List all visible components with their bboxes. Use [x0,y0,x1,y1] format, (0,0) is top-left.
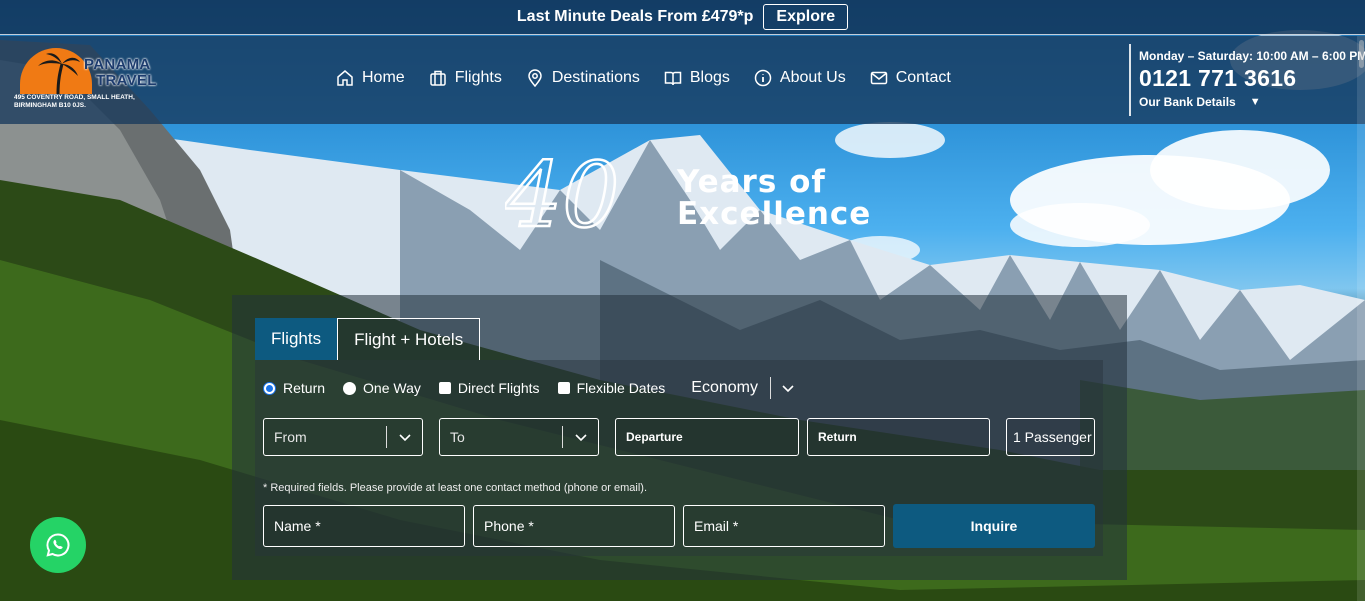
email-input[interactable]: Email * [683,505,885,547]
site-header: PANAMA TRAVEL 495 COVENTRY ROAD, SMALL H… [0,36,1365,124]
phone-placeholder: Phone * [484,518,534,534]
info-icon [754,69,772,87]
scrollbar-thumb[interactable] [1359,40,1364,68]
nav-contact[interactable]: Contact [870,69,951,87]
envelope-icon [870,71,887,85]
whatsapp-icon [46,533,70,557]
nav-home[interactable]: Home [336,69,405,87]
from-select[interactable]: From [263,418,423,456]
palm-tree-icon [38,53,80,94]
book-icon [664,71,682,86]
nav-about-us[interactable]: About Us [754,69,846,87]
nav-label: Blogs [689,69,730,86]
search-tabs: Flights Flight + Hotels [255,318,481,360]
to-placeholder: To [450,429,465,445]
address-line2: BIRMINGHAM B10 0JS. [14,102,86,109]
phone-number[interactable]: 0121 771 3616 [1139,65,1365,92]
passengers-select[interactable]: 1 Passenger [1006,418,1095,456]
address-line1: 495 COVENTRY ROAD, SMALL HEATH, [14,94,135,101]
opening-hours: Monday – Saturday: 10:00 AM – 6:00 PM [1139,49,1365,63]
scrollbar[interactable] [1357,36,1365,601]
trip-options: Return One Way Direct Flights Flexible D… [263,377,795,399]
search-form: Return One Way Direct Flights Flexible D… [255,360,1103,556]
search-panel: Flights Flight + Hotels Return One Way D… [232,295,1127,580]
return-label: Return [283,380,326,396]
phone-input[interactable]: Phone * [473,505,675,547]
nav-flights[interactable]: Flights [429,69,502,87]
logo-wordmark: PANAMA TRAVEL [84,57,157,89]
hero-number: 40 [505,148,620,243]
cabin-class-select[interactable]: Economy [691,377,795,399]
main-nav: Home Flights Destinations Blogs About Us… [336,69,951,87]
tab-flights[interactable]: Flights [255,318,338,360]
to-dropdown-toggle[interactable] [562,426,598,448]
chevron-down-icon [782,385,794,393]
home-icon [337,70,353,86]
email-placeholder: Email * [694,518,739,534]
nav-label: Flights [454,69,502,86]
hero-line1: Years of [677,164,826,200]
promo-text: Last Minute Deals From £479*p [516,8,754,25]
nav-blogs[interactable]: Blogs [664,69,730,87]
nav-label: Home [362,69,405,86]
nav-label: Contact [895,69,951,86]
radio-icon [343,381,357,395]
nav-destinations[interactable]: Destinations [526,69,640,87]
return-placeholder: Return [818,430,857,444]
map-pin-icon [528,69,542,87]
divider [769,377,771,399]
flexible-dates-label: Flexible Dates [576,380,666,396]
required-fields-note: * Required fields. Please provide at lea… [263,482,647,494]
return-radio[interactable]: Return [263,380,325,396]
inquire-button[interactable]: Inquire [893,504,1095,548]
logo-line1: PANAMA [84,56,151,73]
explore-button[interactable]: Explore [763,4,849,30]
one-way-radio[interactable]: One Way [343,380,421,396]
suitcase-icon [429,70,446,86]
promo-banner: Last Minute Deals From £479*p Explore [0,0,1365,35]
checkbox-icon [438,382,451,394]
nav-label: Destinations [551,69,640,86]
passengers-value: 1 Passenger [1013,429,1092,445]
chevron-down-icon [574,434,587,442]
direct-flights-checkbox[interactable]: Direct Flights [438,380,540,396]
from-placeholder: From [274,429,307,445]
logo[interactable]: PANAMA TRAVEL 495 COVENTRY ROAD, SMALL H… [14,46,164,116]
from-dropdown-toggle[interactable] [386,426,422,448]
direct-flights-label: Direct Flights [457,380,540,396]
radio-selected-icon [263,381,276,395]
logo-address: 495 COVENTRY ROAD, SMALL HEATH, BIRMINGH… [14,94,164,110]
nav-label: About Us [779,69,846,86]
whatsapp-button[interactable] [30,517,86,573]
to-select[interactable]: To [439,418,599,456]
bank-details-toggle[interactable]: Our Bank Details ▼ [1139,95,1365,109]
chevron-down-icon [398,434,411,442]
bank-details-label: Our Bank Details [1139,95,1236,109]
name-placeholder: Name * [274,518,321,534]
tab-flight-hotels[interactable]: Flight + Hotels [337,318,481,360]
flexible-dates-checkbox[interactable]: Flexible Dates [557,380,666,396]
departure-placeholder: Departure [626,430,683,444]
caret-down-icon: ▼ [1249,96,1261,108]
logo-line2: TRAVEL [96,72,157,89]
contact-box: Monday – Saturday: 10:00 AM – 6:00 PM 01… [1129,44,1365,116]
hero-line2: Excellence [677,196,872,232]
return-date-input[interactable]: Return [807,418,990,456]
one-way-label: One Way [363,380,421,396]
name-input[interactable]: Name * [263,505,465,547]
hero-number-graphic: 40 [505,148,621,243]
hero-heading: 40 Years of Excellence [505,148,870,243]
checkbox-icon [557,382,570,394]
cabin-class-value: Economy [691,379,758,396]
departure-date-input[interactable]: Departure [615,418,799,456]
